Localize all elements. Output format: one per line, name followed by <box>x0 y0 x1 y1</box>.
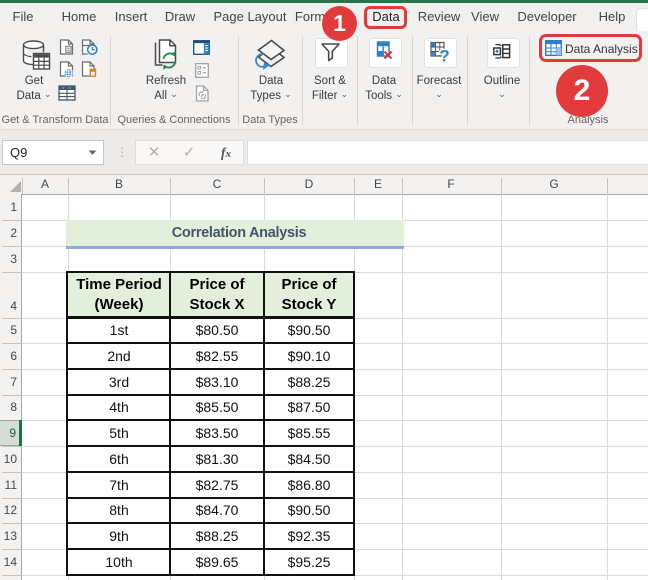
svg-text:?: ? <box>439 47 449 64</box>
